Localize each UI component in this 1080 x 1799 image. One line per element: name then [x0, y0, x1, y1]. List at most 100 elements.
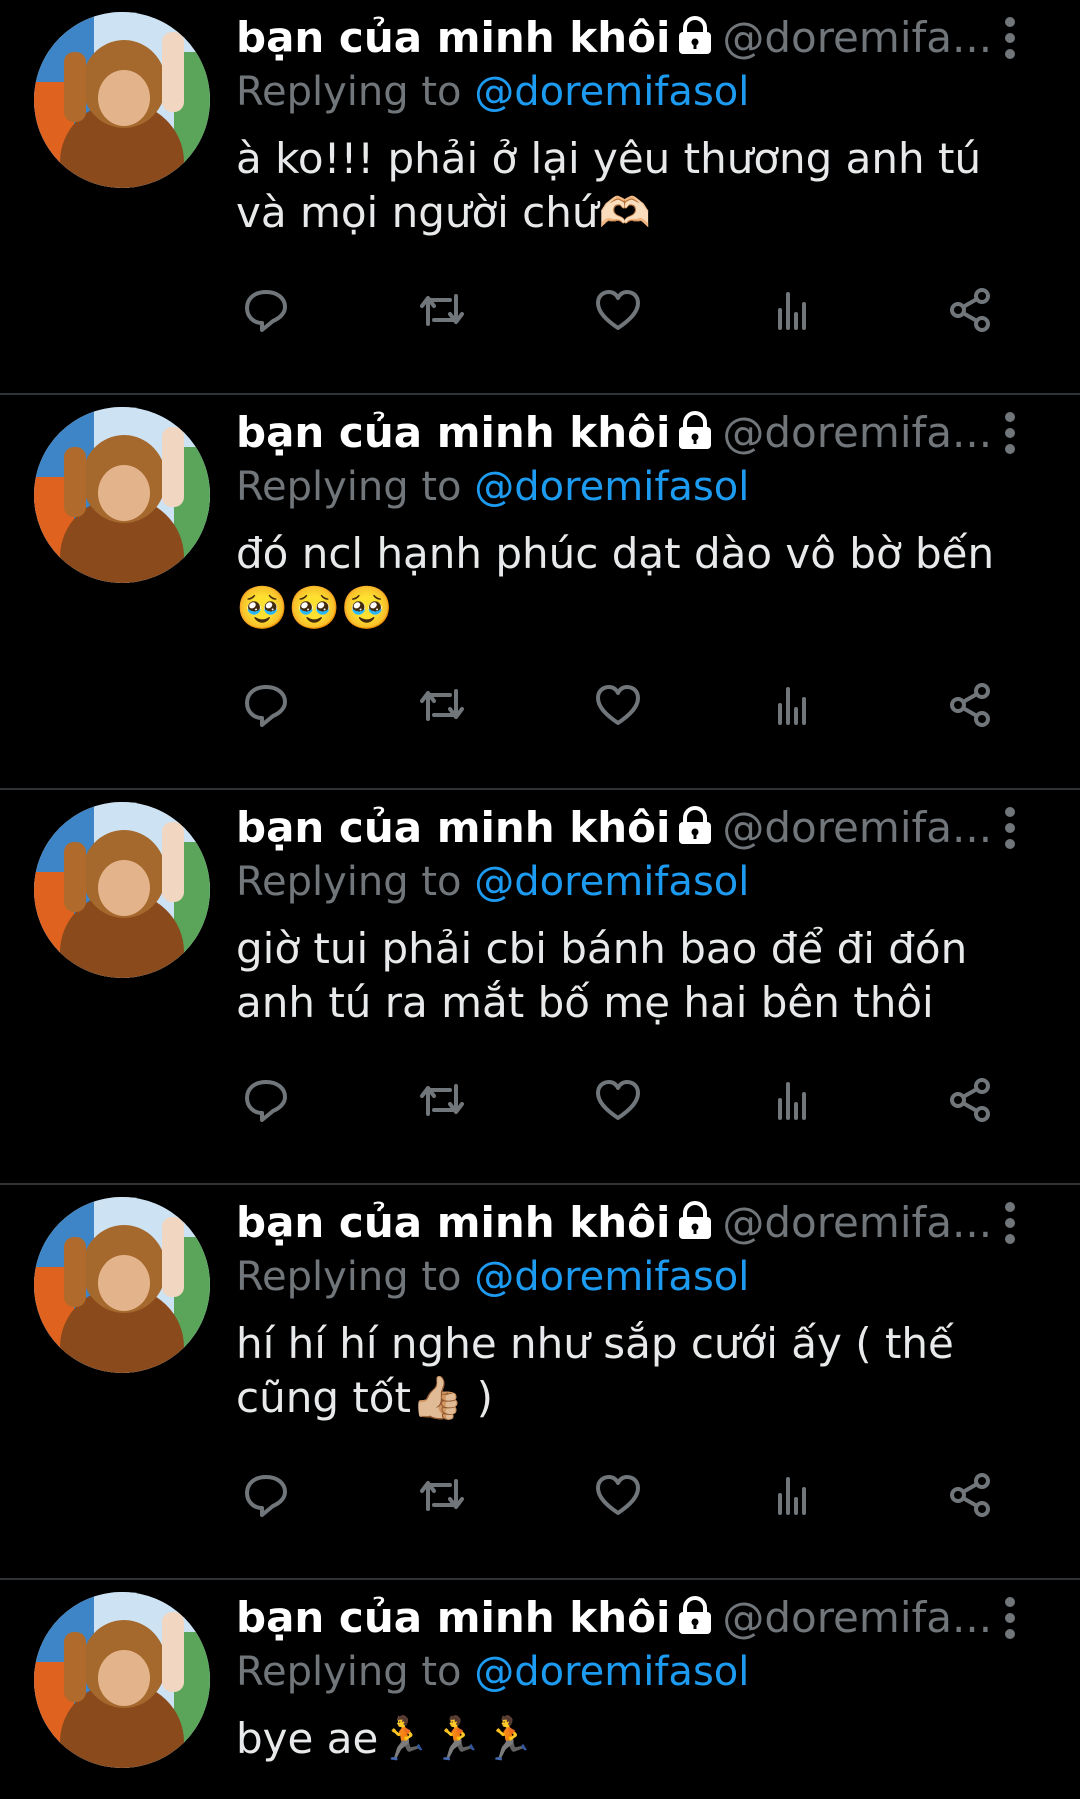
retweet-icon: [420, 1479, 464, 1511]
replying-to-label: Replying to: [236, 69, 462, 115]
tweet-item[interactable]: bạn của minh khôi @doremifa... Replying t…: [0, 790, 1080, 1185]
more-vertical-icon: [1005, 1597, 1015, 1639]
share-button[interactable]: [940, 280, 1000, 340]
views-icon: [778, 687, 806, 725]
share-icon: [950, 1078, 990, 1122]
share-button[interactable]: [940, 1070, 1000, 1130]
like-button[interactable]: [588, 675, 648, 735]
views-button[interactable]: [764, 1070, 824, 1130]
more-vertical-icon: [1005, 17, 1015, 59]
more-vertical-icon: [1005, 412, 1015, 454]
user-handle[interactable]: @doremifa...: [722, 408, 992, 457]
tweet-actions: [236, 1465, 1006, 1525]
like-button[interactable]: [588, 1465, 648, 1525]
lock-icon: [676, 804, 714, 860]
retweet-button[interactable]: [412, 675, 472, 735]
display-name[interactable]: bạn của minh khôi: [236, 408, 670, 457]
views-icon: [778, 292, 806, 330]
display-name[interactable]: bạn của minh khôi: [236, 1198, 670, 1247]
like-button[interactable]: [588, 1070, 648, 1130]
avatar[interactable]: [34, 1197, 210, 1373]
tweet-actions: [236, 280, 1006, 340]
retweet-icon: [420, 294, 464, 326]
avatar[interactable]: [34, 12, 210, 188]
like-button[interactable]: [588, 280, 648, 340]
user-handle[interactable]: @doremifa...: [722, 1593, 992, 1642]
user-handle[interactable]: @doremifa...: [722, 13, 992, 62]
replying-to-label: Replying to: [236, 1254, 462, 1300]
share-button[interactable]: [940, 1465, 1000, 1525]
user-handle[interactable]: @doremifa...: [722, 803, 992, 852]
views-button[interactable]: [764, 1465, 824, 1525]
mention-link[interactable]: @doremifasol: [474, 1649, 749, 1695]
display-name[interactable]: bạn của minh khôi: [236, 803, 670, 852]
more-options-button[interactable]: [990, 804, 1030, 852]
reply-button[interactable]: [236, 1465, 296, 1525]
retweet-button[interactable]: [412, 280, 472, 340]
tweet-header: bạn của minh khôi @doremifa...: [236, 1195, 992, 1251]
avatar[interactable]: [34, 1592, 210, 1768]
share-icon: [950, 288, 990, 332]
tweet-text: đó ncl hạnh phúc dạt dào vô bờ bến 🥹🥹🥹: [236, 529, 995, 632]
tweet-header: bạn của minh khôi @doremifa...: [236, 1590, 992, 1646]
retweet-button[interactable]: [412, 1070, 472, 1130]
tweet-actions: [236, 1070, 1006, 1130]
tweet-item[interactable]: bạn của minh khôi @doremifa... Replying t…: [0, 1185, 1080, 1580]
lock-icon: [676, 1199, 714, 1255]
replying-to-line: Replying to @doremifasol: [236, 854, 749, 910]
mention-link[interactable]: @doremifasol: [474, 1254, 749, 1300]
heart-icon: [596, 290, 640, 330]
mention-link[interactable]: @doremifasol: [474, 69, 749, 115]
tweet-item[interactable]: bạn của minh khôi @doremifa... Replying t…: [0, 1580, 1080, 1799]
share-icon: [950, 1473, 990, 1517]
views-button[interactable]: [764, 280, 824, 340]
reply-button[interactable]: [236, 1070, 296, 1130]
more-options-button[interactable]: [990, 409, 1030, 457]
display-name[interactable]: bạn của minh khôi: [236, 1593, 670, 1642]
heart-icon: [596, 1475, 640, 1515]
reply-icon: [245, 290, 287, 332]
tweet-text: giờ tui phải cbi bánh bao để đi đón anh …: [236, 924, 968, 1027]
reply-icon: [245, 685, 287, 727]
tweet-actions: [236, 675, 1006, 735]
lock-icon: [676, 14, 714, 70]
tweet-header: bạn của minh khôi @doremifa...: [236, 800, 992, 856]
tweet-text: à ko!!! phải ở lại yêu thương anh tú và …: [236, 134, 982, 237]
views-button[interactable]: [764, 675, 824, 735]
heart-icon: [596, 1080, 640, 1120]
mention-link[interactable]: @doremifasol: [474, 464, 749, 510]
reply-icon: [245, 1080, 287, 1122]
retweet-button[interactable]: [412, 1465, 472, 1525]
share-button[interactable]: [940, 675, 1000, 735]
views-icon: [778, 1082, 806, 1120]
replying-to-line: Replying to @doremifasol: [236, 64, 749, 120]
replying-to-line: Replying to @doremifasol: [236, 459, 749, 515]
mention-link[interactable]: @doremifasol: [474, 859, 749, 905]
more-vertical-icon: [1005, 1202, 1015, 1244]
share-icon: [950, 683, 990, 727]
tweet-item[interactable]: bạn của minh khôi @doremifa... Replying t…: [0, 0, 1080, 395]
replying-to-label: Replying to: [236, 859, 462, 905]
replying-to-line: Replying to @doremifasol: [236, 1644, 749, 1700]
avatar[interactable]: [34, 407, 210, 583]
reply-button[interactable]: [236, 280, 296, 340]
tweet-header: bạn của minh khôi @doremifa...: [236, 405, 992, 461]
display-name[interactable]: bạn của minh khôi: [236, 13, 670, 62]
views-icon: [778, 1477, 806, 1515]
user-handle[interactable]: @doremifa...: [722, 1198, 992, 1247]
avatar[interactable]: [34, 802, 210, 978]
more-options-button[interactable]: [990, 1199, 1030, 1247]
reply-button[interactable]: [236, 675, 296, 735]
replying-to-label: Replying to: [236, 1649, 462, 1695]
heart-icon: [596, 685, 640, 725]
lock-icon: [676, 1594, 714, 1650]
more-options-button[interactable]: [990, 14, 1030, 62]
more-options-button[interactable]: [990, 1594, 1030, 1642]
tweet-header: bạn của minh khôi @doremifa...: [236, 10, 992, 66]
tweet-text: bye ae🏃🏃🏃: [236, 1714, 536, 1763]
tweet-text: hí hí hí nghe như sắp cưới ấy ( thế cũng…: [236, 1319, 954, 1422]
retweet-icon: [420, 689, 464, 721]
tweet-item[interactable]: bạn của minh khôi @doremifa... Replying t…: [0, 395, 1080, 790]
lock-icon: [676, 409, 714, 465]
more-vertical-icon: [1005, 807, 1015, 849]
